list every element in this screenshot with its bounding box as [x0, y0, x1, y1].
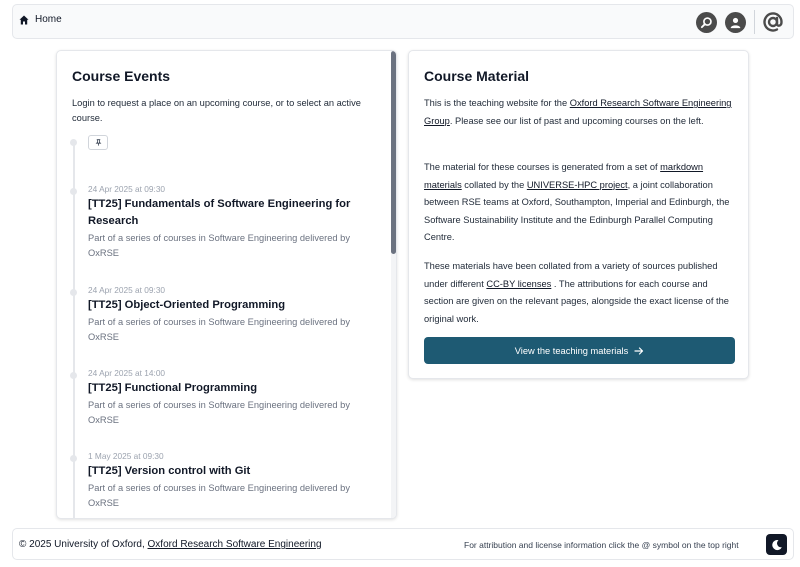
text: . Please see our list of past and upcomi… — [449, 115, 704, 126]
top-nav-bar: Home — [12, 4, 794, 39]
timeline-dot — [70, 289, 77, 296]
attribution-note: For attribution and license information … — [464, 540, 739, 550]
scrollbar-track[interactable] — [391, 51, 396, 518]
material-paragraph-2: The material for these courses is genera… — [424, 159, 737, 247]
text: collated by the — [461, 179, 527, 190]
universe-hpc-link[interactable]: UNIVERSE-HPC project — [527, 180, 628, 190]
divider — [754, 10, 755, 34]
text: The material for these courses is genera… — [424, 162, 661, 172]
view-teaching-materials-button[interactable]: View the teaching materials — [424, 337, 735, 364]
event-title[interactable]: [TT25] Version control with Git — [88, 463, 383, 480]
timeline-dot — [70, 455, 77, 462]
timeline-line — [73, 142, 75, 518]
event-date: 24 Apr 2025 at 09:30 — [88, 184, 166, 194]
copyright-text: © 2025 University of Oxford, Oxford Rese… — [19, 539, 322, 550]
attribution-button[interactable] — [761, 10, 785, 34]
home-label: Home — [35, 14, 62, 25]
user-icon — [730, 17, 741, 28]
top-actions — [696, 10, 785, 34]
course-material-heading: Course Material — [424, 68, 530, 84]
event-title[interactable]: [TT25] Object-Oriented Programming — [88, 297, 383, 314]
home-icon — [19, 15, 29, 24]
course-events-heading: Course Events — [72, 68, 171, 84]
event-description: Part of a series of courses in Software … — [88, 317, 351, 342]
timeline-dot — [70, 372, 77, 379]
user-account-button[interactable] — [725, 11, 746, 33]
event-description: Part of a series of courses in Software … — [88, 233, 351, 258]
at-symbol-icon — [763, 12, 783, 32]
material-paragraph-3: These materials have been collated from … — [424, 258, 737, 328]
timeline-dot — [70, 188, 77, 195]
cc-by-licenses-link[interactable]: CC-BY licenses — [486, 279, 551, 289]
event-item: 24 Apr 2025 at 09:30 [TT25] Fundamentals… — [88, 184, 383, 261]
search-button[interactable] — [696, 11, 717, 33]
event-description: Part of a series of courses in Software … — [88, 400, 351, 425]
text: This is the teaching website for the — [424, 98, 570, 108]
scrollbar-thumb[interactable] — [391, 51, 396, 254]
button-label: View the teaching materials — [514, 345, 629, 356]
course-events-intro: Login to request a place on an upcoming … — [72, 98, 361, 123]
pin-icon — [95, 139, 101, 146]
moon-icon — [771, 539, 782, 550]
event-date: 1 May 2025 at 09:30 — [88, 451, 164, 461]
event-item: 24 Apr 2025 at 09:30 [TT25] Object-Orien… — [88, 285, 383, 345]
timeline-dot — [70, 139, 77, 146]
event-date: 24 Apr 2025 at 14:00 — [88, 368, 166, 378]
home-link[interactable]: Home — [19, 14, 62, 25]
oxrse-footer-link[interactable]: Oxford Research Software Engineering — [148, 539, 322, 550]
event-description: Part of a series of courses in Software … — [88, 483, 351, 508]
course-material-card: Course Material This is the teaching web… — [408, 50, 749, 379]
pin-button[interactable] — [88, 135, 108, 150]
course-events-card: Course Events Login to request a place o… — [56, 50, 397, 519]
text: © 2025 University of Oxford, — [19, 539, 148, 550]
arrow-right-icon — [634, 346, 644, 355]
event-item: 24 Apr 2025 at 14:00 [TT25] Functional P… — [88, 368, 383, 428]
event-date: 24 Apr 2025 at 09:30 — [88, 285, 166, 295]
footer: © 2025 University of Oxford, Oxford Rese… — [12, 528, 794, 560]
search-icon — [700, 16, 712, 28]
material-paragraph-1: This is the teaching website for the Oxf… — [424, 95, 737, 130]
event-item: 1 May 2025 at 09:30 [TT25] Version contr… — [88, 451, 383, 511]
event-title[interactable]: [TT25] Fundamentals of Software Engineer… — [88, 196, 383, 230]
event-title[interactable]: [TT25] Functional Programming — [88, 380, 383, 397]
dark-mode-toggle[interactable] — [766, 534, 787, 555]
